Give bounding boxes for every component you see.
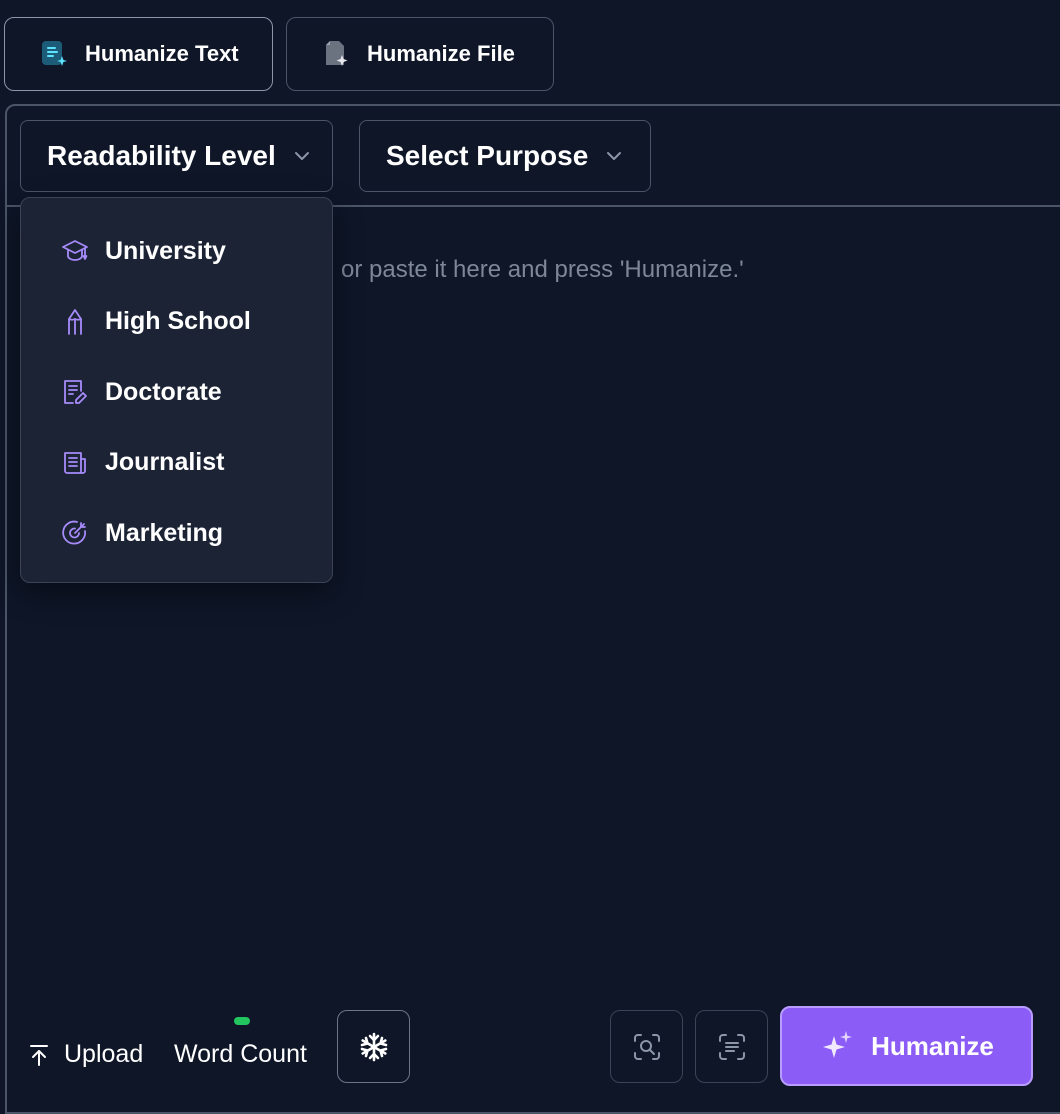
freeze-button[interactable] [337,1010,410,1083]
snowflake-icon [358,1031,390,1063]
sparkles-icon [819,1028,855,1064]
menu-item-label: Journalist [105,448,225,477]
menu-item-label: High School [105,307,251,336]
graduation-cap-icon [61,237,89,265]
chevron-down-icon [294,147,312,165]
document-edit-icon [61,378,89,406]
file-sparkle-icon [321,39,351,69]
ai-detect-button[interactable] [610,1010,683,1083]
select-purpose-select[interactable]: Select Purpose [359,120,651,192]
menu-item-doctorate[interactable]: Doctorate [21,357,332,428]
menu-item-high-school[interactable]: High School [21,287,332,358]
text-sparkle-icon [39,39,69,69]
readability-dropdown-menu: University High School Doctorate Journal… [20,197,333,583]
tab-humanize-file[interactable]: Humanize File [286,17,554,91]
select-purpose-label: Select Purpose [386,140,589,171]
word-count-label: Word Count [174,1040,307,1068]
editor-textarea-placeholder[interactable]: or paste it here and press 'Humanize.' [341,256,744,284]
humanize-label: Humanize [871,1030,994,1061]
menu-item-label: Doctorate [105,377,222,406]
readability-level-select[interactable]: Readability Level [20,120,333,192]
scan-text-icon [717,1032,747,1062]
word-count-button[interactable]: Word Count [174,1040,307,1069]
pencil-icon [61,308,89,336]
readability-level-label: Readability Level [47,140,276,171]
tab-humanize-text[interactable]: Humanize Text [4,17,273,91]
tab-humanize-text-label: Humanize Text [85,41,239,66]
placeholder-text: or paste it here and press 'Humanize.' [341,256,744,283]
menu-item-marketing[interactable]: Marketing [21,498,332,569]
chevron-down-icon [606,147,624,165]
menu-item-university[interactable]: University [21,216,332,287]
scan-search-icon [632,1032,662,1062]
upload-label: Upload [64,1040,144,1068]
newspaper-icon [61,449,89,477]
menu-item-journalist[interactable]: Journalist [21,428,332,499]
menu-item-label: Marketing [105,518,224,547]
humanize-button[interactable]: Humanize [780,1006,1033,1086]
upload-icon [28,1043,50,1067]
tab-humanize-file-label: Humanize File [367,41,515,66]
scan-text-button[interactable] [695,1010,768,1083]
upload-button[interactable]: Upload [28,1040,143,1069]
target-icon [61,519,89,547]
word-count-status-indicator [234,1017,250,1025]
menu-item-label: University [105,236,226,265]
